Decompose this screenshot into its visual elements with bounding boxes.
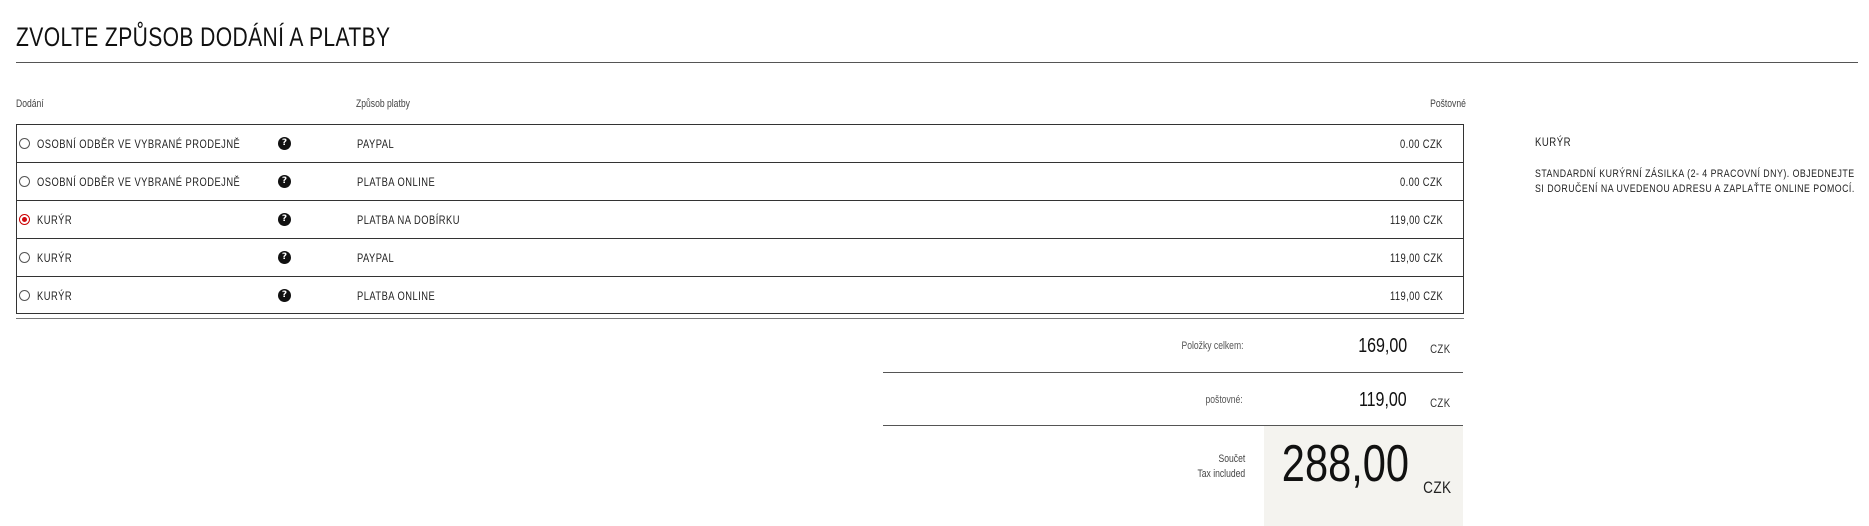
delivery-option-radio[interactable] bbox=[19, 290, 30, 301]
column-header-payment: Způsob platby bbox=[356, 98, 410, 110]
delivery-info-description: STANDARDNÍ KURÝRNÍ ZÁSILKA (2- 4 PRACOVN… bbox=[1535, 168, 1855, 195]
payment-method-label: PAYPAL bbox=[357, 137, 395, 151]
delivery-option-row[interactable]: OSOBNÍ ODBĚR VE VYBRANÉ PRODEJNĚ? PAYPAL 0… bbox=[16, 124, 1464, 162]
page-title: ZVOLTE ZPŮSOB DODÁNÍ A PLATBY bbox=[16, 22, 391, 52]
delivery-option-radio[interactable] bbox=[19, 176, 30, 187]
delivery-method-label: KURÝR bbox=[37, 289, 73, 303]
delivery-method-label: OSOBNÍ ODBĚR VE VYBRANÉ PRODEJNĚ bbox=[37, 175, 241, 189]
shipping-total-value: 119,00 bbox=[1359, 389, 1407, 411]
delivery-method-label: OSOBNÍ ODBĚR VE VYBRANÉ PRODEJNĚ bbox=[37, 137, 241, 151]
delivery-options-table: OSOBNÍ ODBĚR VE VYBRANÉ PRODEJNĚ? PAYPAL 0… bbox=[16, 124, 1464, 314]
shipping-price: 119,00 CZK bbox=[1389, 289, 1443, 303]
items-total-row: Položky celkem: 169,00 CZK bbox=[883, 318, 1463, 373]
items-total-value: 169,00 bbox=[1358, 335, 1407, 357]
delivery-option-radio[interactable] bbox=[19, 252, 30, 263]
shipping-total-label: poštovné: bbox=[1205, 394, 1243, 406]
delivery-info-title: KURÝR bbox=[1535, 135, 1572, 149]
delivery-method-label: KURÝR bbox=[37, 213, 73, 227]
delivery-option-row[interactable]: OSOBNÍ ODBĚR VE VYBRANÉ PRODEJNĚ? PLATBA … bbox=[16, 162, 1464, 200]
delivery-option-row[interactable]: KURÝR? PAYPAL 119,00 CZK bbox=[16, 238, 1464, 276]
question-circle-icon[interactable]: ? bbox=[278, 213, 291, 226]
grand-total-value: 288,00 bbox=[1281, 435, 1409, 493]
delivery-option-radio[interactable] bbox=[19, 138, 30, 149]
grand-total-currency: CZK bbox=[1422, 478, 1451, 497]
payment-method-label: PLATBA ONLINE bbox=[357, 289, 436, 303]
delivery-info-panel: KURÝR STANDARDNÍ KURÝRNÍ ZÁSILKA (2- 4 P… bbox=[1535, 135, 1855, 197]
shipping-price: 0.00 CZK bbox=[1400, 175, 1443, 189]
delivery-option-row[interactable]: KURÝR? PLATBA ONLINE 119,00 CZK bbox=[16, 276, 1464, 314]
question-circle-icon[interactable]: ? bbox=[278, 175, 291, 188]
payment-method-label: PAYPAL bbox=[357, 251, 395, 265]
shipping-total-currency: CZK bbox=[1429, 396, 1450, 410]
question-circle-icon[interactable]: ? bbox=[278, 251, 291, 264]
payment-method-label: PLATBA NA DOBÍRKU bbox=[357, 213, 460, 227]
payment-method-label: PLATBA ONLINE bbox=[357, 175, 436, 189]
items-total-label: Položky celkem: bbox=[1181, 340, 1243, 352]
shipping-price: 0.00 CZK bbox=[1400, 137, 1443, 151]
title-divider bbox=[16, 62, 1858, 63]
question-circle-icon[interactable]: ? bbox=[278, 137, 291, 150]
delivery-method-label: KURÝR bbox=[37, 251, 73, 265]
grand-total-row: Součet Tax included 288,00 CZK bbox=[883, 426, 1463, 526]
order-totals: Položky celkem: 169,00 CZK poštovné: 119… bbox=[883, 318, 1463, 526]
delivery-option-radio[interactable] bbox=[19, 214, 30, 225]
question-circle-icon[interactable]: ? bbox=[278, 289, 291, 302]
grand-total-label: Součet Tax included bbox=[1197, 453, 1245, 480]
shipping-price: 119,00 CZK bbox=[1389, 213, 1443, 227]
shipping-total-row: poštovné: 119,00 CZK bbox=[883, 372, 1463, 426]
shipping-price: 119,00 CZK bbox=[1389, 251, 1443, 265]
column-header-shipping: Poštovné bbox=[1430, 98, 1466, 110]
items-total-currency: CZK bbox=[1429, 342, 1450, 356]
delivery-option-row[interactable]: KURÝR? PLATBA NA DOBÍRKU 119,00 CZK bbox=[16, 200, 1464, 238]
column-header-delivery: Dodání bbox=[16, 98, 44, 110]
